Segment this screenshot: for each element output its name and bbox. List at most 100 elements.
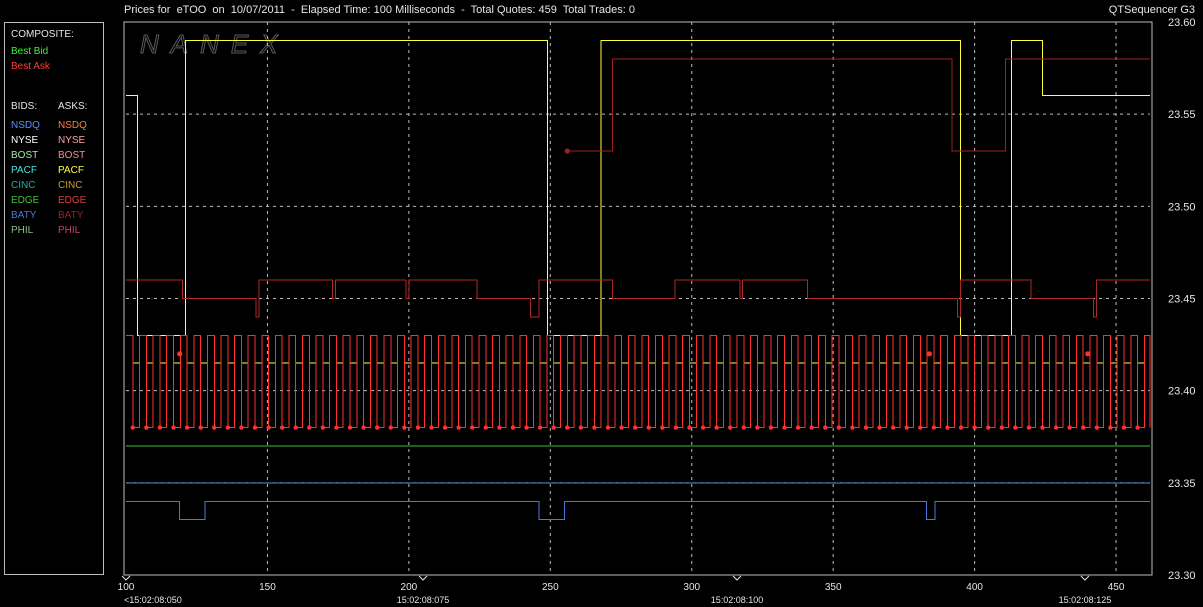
x-axis: 100 150 200 250 300 350 400 450 <15:02:08:050 15:… bbox=[118, 575, 1125, 605]
ask-dot bbox=[985, 425, 991, 430]
ask-dot bbox=[836, 425, 842, 430]
ask-dot bbox=[809, 425, 814, 430]
time-caret bbox=[1080, 575, 1090, 581]
ask-dot bbox=[524, 425, 529, 430]
y-tick-label: 23.45 bbox=[1168, 294, 1196, 306]
ask-dot bbox=[700, 425, 706, 430]
ask-dot bbox=[171, 425, 176, 430]
ask-dot bbox=[890, 425, 896, 430]
ask-dot bbox=[347, 425, 353, 430]
ask-dot bbox=[823, 425, 828, 430]
x-tick-label: 150 bbox=[259, 582, 276, 593]
x-tick-label: 350 bbox=[825, 582, 842, 593]
ask-dot bbox=[1108, 425, 1113, 430]
quote-marker bbox=[1085, 351, 1091, 357]
ask-dot bbox=[483, 425, 489, 430]
ask-dot bbox=[768, 425, 774, 430]
ask-dot bbox=[565, 425, 570, 430]
x-tick-label: 200 bbox=[401, 582, 418, 593]
ask-dot bbox=[578, 425, 584, 430]
y-tick-label: 23.60 bbox=[1168, 17, 1196, 29]
x-tick-label: 400 bbox=[966, 582, 983, 593]
y-tick-label: 23.50 bbox=[1168, 201, 1196, 213]
ask-dot bbox=[184, 425, 190, 430]
ask-dot bbox=[850, 425, 855, 430]
y-tick-label: 23.35 bbox=[1168, 478, 1196, 490]
ask-dot bbox=[972, 425, 977, 430]
ask-dot bbox=[782, 425, 787, 430]
ask-dot bbox=[918, 425, 923, 430]
y-tick-label: 23.30 bbox=[1168, 570, 1196, 582]
ask-dot bbox=[497, 425, 502, 430]
ask-dot bbox=[537, 425, 543, 430]
ask-dot bbox=[687, 425, 692, 430]
ask-dot bbox=[795, 425, 801, 430]
ask-dot bbox=[334, 425, 339, 430]
ask-dot bbox=[225, 425, 231, 430]
ask-dot bbox=[714, 425, 719, 430]
ask-dot bbox=[646, 425, 651, 430]
ask-dot bbox=[632, 425, 638, 430]
ask-dot bbox=[1121, 425, 1127, 430]
ask-dot bbox=[144, 425, 149, 430]
x-tick-label: 100 bbox=[118, 582, 135, 593]
ask-dot bbox=[945, 425, 950, 430]
y-tick-label: 23.40 bbox=[1168, 386, 1196, 398]
ask-dot bbox=[1026, 425, 1032, 430]
ask-dot bbox=[293, 425, 298, 430]
quote-marker bbox=[564, 148, 570, 154]
ask-dot bbox=[266, 425, 271, 430]
ask-dot bbox=[388, 425, 393, 430]
ask-dot bbox=[551, 425, 556, 430]
ask-dot bbox=[130, 425, 135, 430]
price-chart: NANEX 100 150 200 250 300 350 400 450<15:02:08:… bbox=[118, 17, 1196, 605]
ask-dot bbox=[592, 425, 597, 430]
x-tick-label: 450 bbox=[1108, 582, 1125, 593]
ask-dot bbox=[239, 425, 244, 430]
ask-dot bbox=[904, 425, 909, 430]
ask-dot bbox=[429, 425, 434, 430]
ask-dot bbox=[619, 425, 624, 430]
time-label: 15:02:08:075 bbox=[397, 595, 450, 605]
quote-marker bbox=[177, 351, 183, 357]
ask-dot bbox=[510, 425, 516, 430]
ask-dot bbox=[402, 425, 407, 430]
y-axis: 23.60 23.55 23.50 23.45 23.40 23.35 23.30 bbox=[1168, 17, 1196, 582]
time-caret bbox=[418, 575, 428, 581]
ask-dot bbox=[1053, 425, 1059, 430]
y-tick-label: 23.55 bbox=[1168, 109, 1196, 121]
x-tick-label: 300 bbox=[683, 582, 700, 593]
time-label: 15:02:08:100 bbox=[711, 595, 764, 605]
ask-dot bbox=[673, 425, 679, 430]
ask-dot bbox=[198, 425, 203, 430]
ask-dot bbox=[1081, 425, 1086, 430]
ask-dot bbox=[1135, 425, 1140, 430]
ask-dot bbox=[931, 425, 937, 430]
ask-dot bbox=[863, 425, 869, 430]
ask-dot bbox=[877, 425, 882, 430]
ask-dot bbox=[374, 425, 380, 430]
time-label: 15:02:08:125 bbox=[1059, 595, 1112, 605]
time-caret bbox=[121, 575, 131, 581]
ask-dot bbox=[999, 425, 1004, 430]
time-caret bbox=[732, 575, 742, 581]
ask-dot bbox=[307, 425, 312, 430]
ask-dot bbox=[741, 425, 746, 430]
ask-dot bbox=[605, 425, 611, 430]
x-tick-label: 250 bbox=[542, 582, 559, 593]
time-label: <15:02:08:050 bbox=[124, 595, 182, 605]
ask-dot bbox=[212, 425, 217, 430]
ask-dot bbox=[728, 425, 733, 430]
ask-dot bbox=[456, 425, 461, 430]
ask-dot bbox=[1013, 425, 1018, 430]
ask-dot bbox=[958, 425, 964, 430]
ask-dot bbox=[361, 425, 366, 430]
ask-dot bbox=[320, 425, 326, 430]
ask-dot bbox=[470, 425, 475, 430]
ask-dot bbox=[1094, 425, 1100, 430]
ask-dot bbox=[157, 425, 163, 430]
ask-dot bbox=[279, 425, 285, 430]
ask-dot bbox=[442, 425, 448, 430]
quote-marker bbox=[926, 351, 932, 357]
ask-dot bbox=[252, 425, 258, 430]
